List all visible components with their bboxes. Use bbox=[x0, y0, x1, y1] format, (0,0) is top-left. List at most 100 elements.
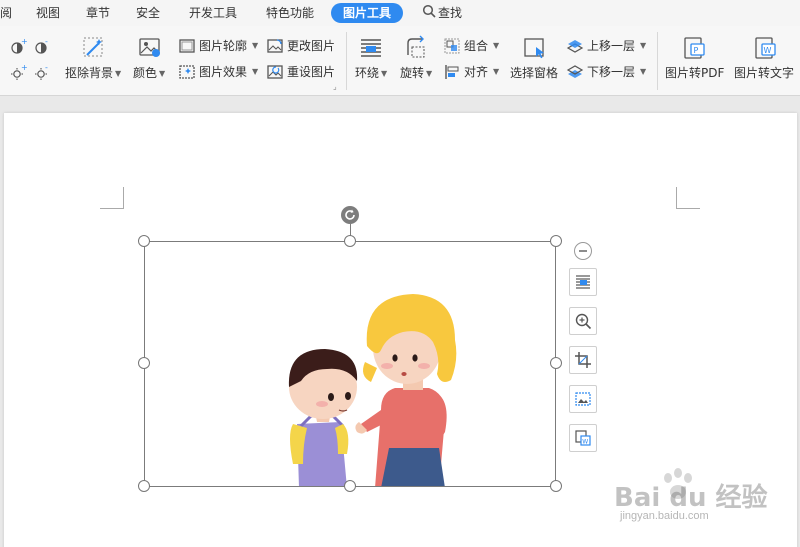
tab-review[interactable]: 阅 bbox=[0, 3, 12, 23]
watermark-brand: Bai du 经验 bbox=[614, 483, 768, 513]
align-button[interactable]: 对齐 ▼ bbox=[443, 63, 499, 81]
magic-wand-icon bbox=[83, 37, 103, 57]
chevron-down-icon: ▼ bbox=[115, 68, 122, 78]
selected-picture[interactable] bbox=[144, 241, 556, 487]
wrap-text-button[interactable]: 环绕 ▼ bbox=[355, 65, 387, 82]
resize-handle-left[interactable] bbox=[138, 357, 150, 369]
group-label: 组合 bbox=[464, 39, 489, 53]
selection-pane-button[interactable]: 选择窗格 bbox=[510, 65, 558, 81]
group-icon bbox=[444, 38, 460, 54]
resize-handle-top[interactable] bbox=[344, 235, 356, 247]
remove-background-button[interactable]: 抠除背景 ▼ bbox=[65, 65, 121, 82]
send-backward-icon bbox=[566, 65, 584, 78]
chevron-down-icon: ▼ bbox=[493, 41, 500, 50]
rotate-icon bbox=[407, 35, 425, 58]
rotate-button[interactable]: 旋转 ▼ bbox=[400, 65, 432, 82]
reset-picture-button[interactable]: 重设图片 bbox=[266, 63, 335, 81]
text-wrap-icon bbox=[361, 39, 381, 57]
picture-effects-icon bbox=[179, 65, 195, 79]
convert-picture-icon: W bbox=[575, 430, 591, 446]
crop-button[interactable] bbox=[569, 346, 597, 374]
tab-special-features[interactable]: 特色功能 bbox=[266, 3, 314, 23]
zoom-preview-button[interactable] bbox=[569, 307, 597, 335]
text-wrap-icon bbox=[576, 275, 590, 289]
menu-bar: 阅 视图 章节 安全 开发工具 特色功能 图片工具 查找 bbox=[0, 0, 800, 26]
svg-text:W: W bbox=[582, 439, 588, 446]
send-backward-button[interactable]: 下移一层 ▼ bbox=[566, 63, 646, 81]
wrap-text-label: 环绕 bbox=[355, 66, 380, 80]
picture-frame-icon bbox=[575, 392, 591, 406]
boy-figure bbox=[288, 349, 358, 486]
resize-handle-bottom-left[interactable] bbox=[138, 480, 150, 492]
picture-to-pdf-button[interactable]: 图片转PDF bbox=[665, 65, 724, 81]
collapse-toolbar-button[interactable] bbox=[574, 242, 592, 260]
tab-chapter[interactable]: 章节 bbox=[86, 3, 110, 23]
chevron-down-icon: ▼ bbox=[493, 67, 500, 76]
picture-frame-button[interactable] bbox=[569, 385, 597, 413]
change-picture-label: 更改图片 bbox=[287, 39, 336, 53]
align-label: 对齐 bbox=[464, 65, 489, 79]
resize-handle-right[interactable] bbox=[550, 357, 562, 369]
convert-picture-button[interactable]: W bbox=[569, 424, 597, 452]
remove-background-label: 抠除背景 bbox=[65, 66, 114, 80]
rotate-label: 旋转 bbox=[400, 66, 425, 80]
group-button[interactable]: 组合 ▼ bbox=[443, 37, 499, 55]
decrease-brightness-button[interactable]: - bbox=[33, 64, 51, 82]
picture-outline-label: 图片轮廓 bbox=[199, 39, 248, 53]
tab-find-label: 查找 bbox=[438, 6, 463, 20]
resize-handle-top-right[interactable] bbox=[550, 235, 562, 247]
tab-picture-tools[interactable]: 图片工具 bbox=[331, 3, 404, 23]
svg-text:+: + bbox=[21, 38, 27, 46]
svg-text:P: P bbox=[694, 46, 699, 55]
resize-handle-bottom-right[interactable] bbox=[550, 480, 562, 492]
brightness-minus-icon: - bbox=[35, 64, 48, 80]
chevron-down-icon: ▼ bbox=[252, 41, 259, 50]
selection-pane-icon bbox=[524, 38, 544, 59]
resize-handle-bottom[interactable] bbox=[344, 480, 356, 492]
tab-find[interactable]: 查找 bbox=[422, 3, 462, 23]
svg-text:+: + bbox=[21, 64, 27, 72]
svg-text:-: - bbox=[45, 38, 48, 46]
svg-text:-: - bbox=[45, 64, 48, 72]
rotate-arrow-icon bbox=[345, 209, 355, 220]
ribbon-separator bbox=[346, 32, 347, 90]
rotate-handle[interactable] bbox=[341, 206, 359, 224]
mother-figure bbox=[355, 294, 457, 486]
picture-outline-button[interactable]: 图片轮廓 ▼ bbox=[178, 37, 258, 55]
picture-effects-button[interactable]: 图片效果 ▼ bbox=[178, 63, 258, 81]
search-icon bbox=[422, 4, 436, 24]
zoom-in-icon bbox=[575, 313, 592, 330]
color-label: 颜色 bbox=[133, 66, 158, 80]
layout-options-button[interactable] bbox=[569, 268, 597, 296]
contrast-minus-icon: - bbox=[35, 38, 48, 54]
crop-icon bbox=[575, 352, 591, 368]
picture-outline-icon bbox=[179, 39, 195, 53]
chevron-down-icon: ▼ bbox=[381, 68, 388, 78]
color-button[interactable]: 颜色 ▼ bbox=[133, 65, 165, 82]
ribbon-separator bbox=[657, 32, 658, 90]
chevron-down-icon: ▼ bbox=[640, 67, 647, 76]
bring-forward-label: 上移一层 bbox=[587, 39, 636, 53]
picture-to-pdf-icon: P bbox=[684, 37, 705, 59]
watermark-url: jingyan.baidu.com bbox=[620, 510, 709, 522]
chevron-down-icon: ▼ bbox=[640, 41, 647, 50]
picture-effects-label: 图片效果 bbox=[199, 65, 248, 79]
tab-developer-tools[interactable]: 开发工具 bbox=[189, 3, 237, 23]
picture-tools-ribbon: + - + - 抠除背景 ▼ 颜色 ▼ 图片轮廓 ▼ 图片效果 ▼ 更改图片 重设图片 … bbox=[0, 26, 800, 96]
decrease-contrast-button[interactable]: - bbox=[33, 38, 51, 56]
increase-contrast-button[interactable]: + bbox=[9, 38, 27, 56]
svg-text:W: W bbox=[764, 46, 772, 55]
resize-handle-top-left[interactable] bbox=[138, 235, 150, 247]
bring-forward-button[interactable]: 上移一层 ▼ bbox=[566, 37, 646, 55]
tab-security[interactable]: 安全 bbox=[136, 3, 160, 23]
chevron-down-icon: ▼ bbox=[426, 68, 433, 78]
increase-brightness-button[interactable]: + bbox=[9, 64, 27, 82]
picture-color-icon bbox=[139, 38, 160, 57]
reset-picture-label: 重设图片 bbox=[287, 65, 336, 79]
mother-and-child-illustration bbox=[288, 294, 457, 486]
dialog-launcher-icon[interactable]: ⌟ bbox=[333, 82, 337, 91]
change-picture-button[interactable]: 更改图片 bbox=[266, 37, 335, 55]
picture-to-text-button[interactable]: 图片转文字 bbox=[734, 65, 794, 81]
tab-view[interactable]: 视图 bbox=[36, 3, 60, 23]
send-backward-label: 下移一层 bbox=[587, 65, 636, 79]
